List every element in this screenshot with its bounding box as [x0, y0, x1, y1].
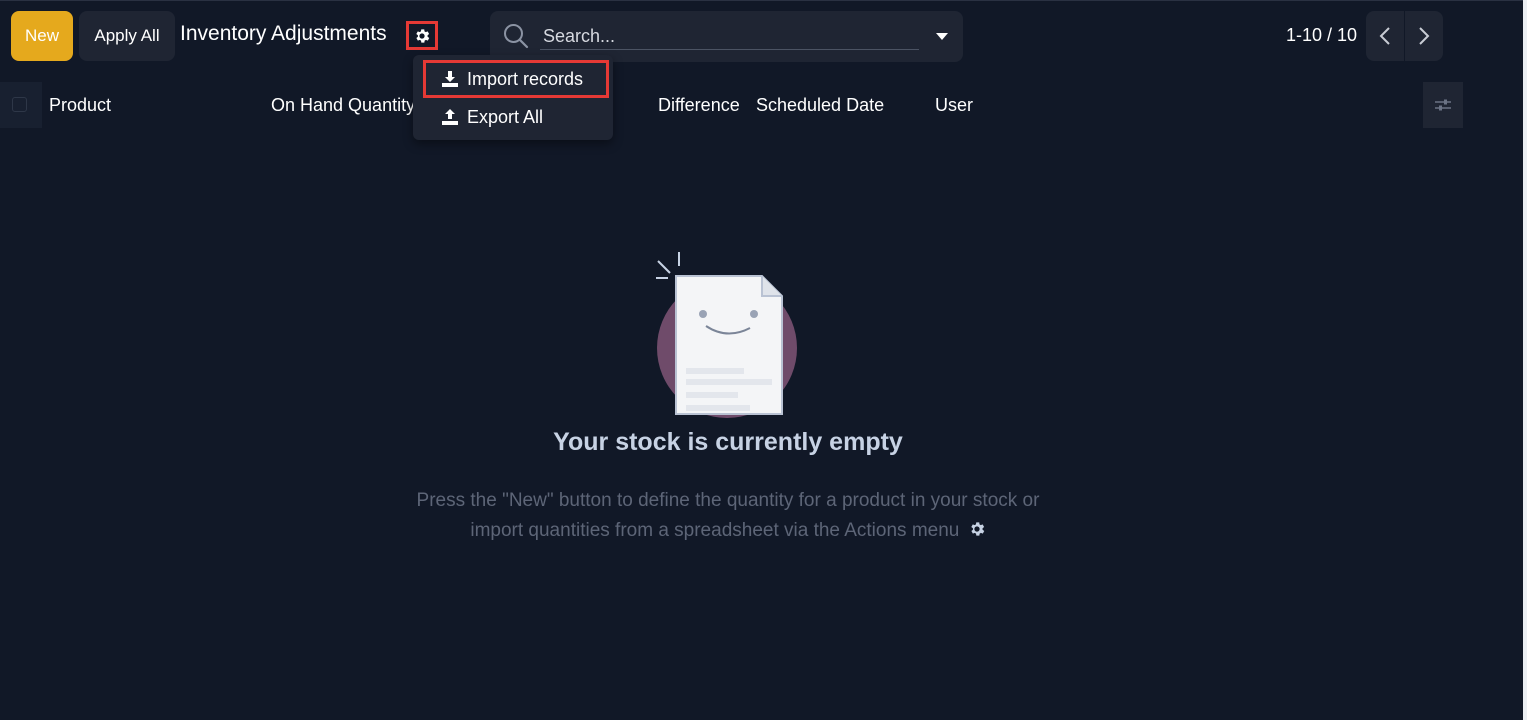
- chevron-left-icon: [1379, 27, 1390, 45]
- window-edge: [1523, 0, 1527, 720]
- apply-all-button[interactable]: Apply All: [79, 11, 175, 61]
- empty-state-help-line-2: import quantities from a spreadsheet via…: [470, 520, 960, 541]
- export-all-menu-item[interactable]: Export All: [413, 100, 613, 134]
- smiling-document-icon: [656, 252, 797, 418]
- pager-value[interactable]: 1-10 / 10: [1286, 25, 1357, 46]
- new-button[interactable]: New: [11, 11, 73, 61]
- upload-icon: [440, 107, 460, 127]
- import-records-highlight: [423, 60, 609, 98]
- gear-icon: [970, 522, 984, 536]
- select-all-cell[interactable]: [0, 82, 42, 128]
- page-title: Inventory Adjustments: [180, 22, 387, 45]
- empty-state-help-line-2-row: import quantities from a spreadsheet via…: [0, 516, 1456, 546]
- column-header-user[interactable]: User: [935, 95, 973, 116]
- search-icon: [504, 24, 529, 49]
- caret-down-icon: [936, 33, 948, 40]
- sliders-icon: [1435, 99, 1451, 111]
- empty-state-help: Press the "New" button to define the qua…: [0, 486, 1456, 546]
- pager-previous-button[interactable]: [1366, 11, 1404, 61]
- column-header-product[interactable]: Product: [49, 95, 111, 116]
- list-header: Product On Hand Quantity Difference Sche…: [0, 82, 1523, 128]
- column-header-difference[interactable]: Difference: [658, 95, 740, 116]
- app-frame: New Apply All Inventory Adjustments 1-10…: [0, 0, 1527, 720]
- column-header-scheduled-date[interactable]: Scheduled Date: [756, 95, 884, 116]
- search-options-toggle[interactable]: [930, 27, 954, 47]
- search-input[interactable]: [540, 23, 919, 50]
- empty-state-title: Your stock is currently empty: [553, 428, 903, 456]
- optional-columns-button[interactable]: [1423, 82, 1463, 128]
- export-all-label: Export All: [467, 106, 544, 127]
- chevron-right-icon: [1419, 27, 1430, 45]
- empty-state-help-line-1: Press the "New" button to define the qua…: [416, 490, 1040, 511]
- gear-icon: [416, 28, 430, 43]
- column-header-on-hand-quantity[interactable]: On Hand Quantity: [271, 95, 415, 116]
- select-all-checkbox[interactable]: [12, 97, 27, 112]
- actions-gear-button[interactable]: [406, 21, 438, 50]
- top-border: [0, 0, 1527, 1]
- pager-next-button[interactable]: [1405, 11, 1443, 61]
